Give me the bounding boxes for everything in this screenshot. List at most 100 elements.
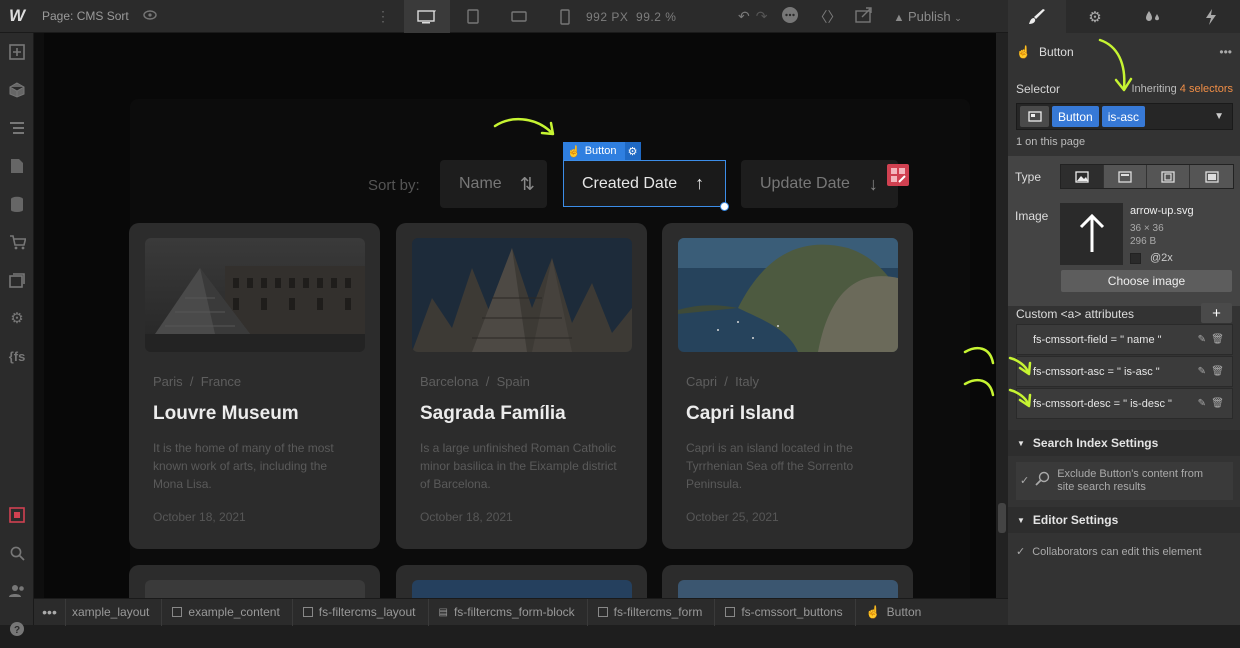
sort-created-date-button[interactable]: Created Date ↑	[563, 160, 726, 207]
navigator-icon[interactable]	[0, 109, 34, 147]
cms-card-partial[interactable]	[662, 565, 913, 598]
card-description: Is a large unfinished Roman Catholic min…	[420, 441, 617, 491]
cms-card-louvre[interactable]: Paris / France Louvre Museum It is the h…	[129, 223, 380, 549]
breakpoint-switcher	[404, 0, 588, 33]
breadcrumb-more-icon[interactable]: •••	[34, 598, 66, 626]
more-vertical-icon[interactable]: ⋮	[376, 8, 390, 25]
choose-image-button[interactable]: Choose image	[1061, 270, 1232, 292]
sort-update-date-button[interactable]: Update Date ↓	[741, 160, 898, 208]
trash-icon[interactable]: 🗑	[1211, 366, 1224, 377]
code-icon[interactable]: 〈〉	[813, 7, 841, 27]
edit-pencil-icon[interactable]: ✎	[1198, 334, 1206, 345]
trash-icon[interactable]: 🗑	[1211, 334, 1224, 345]
collaborators-label: Collaborators can edit this element	[1032, 545, 1202, 558]
search-icon[interactable]	[0, 534, 34, 572]
selector-field[interactable]: Button is-asc ▼	[1016, 103, 1233, 130]
tab-style-brush-icon[interactable]	[1008, 0, 1066, 33]
element-settings-gear-icon[interactable]: ⚙	[624, 142, 641, 160]
chevron-down-icon: ⌄	[954, 13, 962, 23]
pages-icon[interactable]	[0, 147, 34, 185]
eye-icon[interactable]	[143, 9, 157, 23]
type-image-icon[interactable]	[1061, 165, 1104, 188]
assets-icon[interactable]	[0, 261, 34, 299]
custom-attribute-row[interactable]: fs-cmssort-asc = " is-asc " ✎ 🗑	[1016, 356, 1233, 387]
exclude-search-label: Exclude Button's content from site searc…	[1057, 468, 1204, 493]
undo-icon[interactable]: ↶	[738, 8, 750, 25]
cms-card-sagrada[interactable]: Barcelona / Spain Sagrada Família Is a l…	[396, 223, 647, 549]
collaborators-toggle[interactable]: ✓ Collaborators can edit this element	[1016, 545, 1202, 559]
search-index-section-header[interactable]: ▼ Search Index Settings	[1008, 430, 1240, 456]
attribute-text: fs-cmssort-field = " name "	[1033, 333, 1162, 346]
retina-toggle[interactable]: @2x	[1130, 252, 1173, 264]
cms-icon[interactable]	[0, 185, 34, 223]
type-block-icon[interactable]	[1190, 165, 1233, 188]
inheriting-selectors[interactable]: Inheriting 4 selectors	[1131, 83, 1233, 95]
sort-name-button[interactable]: Name ⇅	[440, 160, 547, 208]
cms-card-capri[interactable]: Capri / Italy Capri Island Capri is an i…	[662, 223, 913, 549]
exclude-search-toggle[interactable]: ✓ Exclude Button's content from site sea…	[1016, 462, 1233, 500]
cms-card-partial[interactable]	[396, 565, 647, 598]
retina-checkbox[interactable]	[1130, 252, 1141, 264]
breadcrumb-item[interactable]: example_content	[162, 598, 293, 626]
breadcrumb-item[interactable]: ☝ Button	[856, 599, 934, 626]
form-block-icon: ▤	[438, 606, 448, 618]
custom-attribute-row[interactable]: fs-cmssort-field = " name " ✎ 🗑	[1016, 324, 1233, 355]
export-icon[interactable]	[855, 7, 873, 26]
users-icon[interactable]	[0, 572, 34, 610]
help-icon[interactable]: ?	[0, 610, 34, 648]
trash-icon[interactable]: 🗑	[1211, 398, 1224, 409]
type-frame-icon[interactable]	[1147, 165, 1190, 188]
breadcrumb-label: fs-cmssort_buttons	[741, 605, 843, 619]
redo-icon[interactable]: ↷	[756, 8, 768, 25]
audit-panel-icon[interactable]	[0, 496, 34, 534]
edit-pencil-icon[interactable]: ✎	[1198, 398, 1206, 409]
finsweet-apps-icon[interactable]: {fs	[0, 337, 34, 375]
desktop-breakpoint-icon[interactable]	[404, 0, 450, 33]
breadcrumb-item[interactable]: fs-filtercms_layout	[293, 598, 429, 626]
mobile-portrait-icon[interactable]	[542, 0, 588, 33]
selector-chip-is-asc[interactable]: is-asc	[1101, 106, 1146, 127]
resize-handle[interactable]	[720, 202, 729, 211]
add-panel-icon[interactable]	[0, 33, 34, 71]
breadcrumb-item[interactable]: ▤ fs-filtercms_form-block	[429, 598, 588, 626]
comments-icon[interactable]	[781, 6, 799, 27]
symbols-cube-icon[interactable]	[0, 71, 34, 109]
tab-interactions-bolt-icon[interactable]	[1182, 0, 1240, 33]
edit-pencil-icon[interactable]: ✎	[1198, 366, 1206, 377]
editor-settings-section-header[interactable]: ▼ Editor Settings	[1008, 507, 1240, 533]
mobile-landscape-icon[interactable]	[496, 0, 542, 33]
card-date: October 25, 2021	[686, 510, 779, 524]
type-background-icon[interactable]	[1104, 165, 1147, 188]
image-preview[interactable]	[1060, 203, 1123, 265]
designer-canvas[interactable]: Sort by: Name ⇅ ☝ Button ⚙ Created Date …	[34, 33, 996, 598]
attribute-text: fs-cmssort-desc = " is-desc "	[1033, 397, 1172, 410]
breadcrumb-item[interactable]: fs-cmssort_buttons	[715, 598, 856, 626]
editor-settings-label: Editor Settings	[1032, 513, 1119, 527]
card-image-louvre	[145, 238, 365, 352]
settings-gear-icon[interactable]: ⚙	[0, 299, 34, 337]
selector-chip-button[interactable]: Button	[1052, 106, 1099, 127]
breadcrumb-item[interactable]: xample_layout	[66, 598, 163, 626]
page-selector[interactable]: Page: CMS Sort	[42, 9, 129, 23]
scrollbar-thumb[interactable]	[998, 503, 1006, 533]
more-horizontal-icon[interactable]: •••	[1219, 45, 1232, 59]
custom-attribute-row[interactable]: fs-cmssort-desc = " is-desc " ✎ 🗑	[1016, 388, 1233, 419]
cms-card-partial[interactable]	[129, 565, 380, 598]
selector-state-icon[interactable]	[1020, 106, 1049, 127]
tablet-breakpoint-icon[interactable]	[450, 0, 496, 33]
publish-button[interactable]: ▲ Publish ⌄	[893, 9, 961, 24]
div-block-icon	[172, 607, 183, 617]
ecommerce-cart-icon[interactable]	[0, 223, 34, 261]
chevron-down-icon[interactable]: ▼	[1214, 111, 1224, 122]
tab-interactions-drops-icon[interactable]	[1124, 0, 1182, 33]
image-dimensions: 36 × 36	[1130, 223, 1164, 234]
check-icon: ✓	[1020, 474, 1030, 487]
edit-element-icon[interactable]	[887, 164, 909, 186]
tab-settings-gear-icon[interactable]: ⚙	[1066, 0, 1124, 33]
canvas-scrollbar[interactable]	[996, 33, 1008, 598]
panel-tabs: ⚙	[1008, 0, 1240, 33]
add-attribute-button[interactable]: +	[1201, 303, 1232, 323]
image-file-name: arrow-up.svg	[1130, 205, 1194, 217]
breadcrumb-item[interactable]: fs-filtercms_form	[588, 598, 716, 626]
webflow-logo[interactable]: W	[0, 0, 34, 33]
